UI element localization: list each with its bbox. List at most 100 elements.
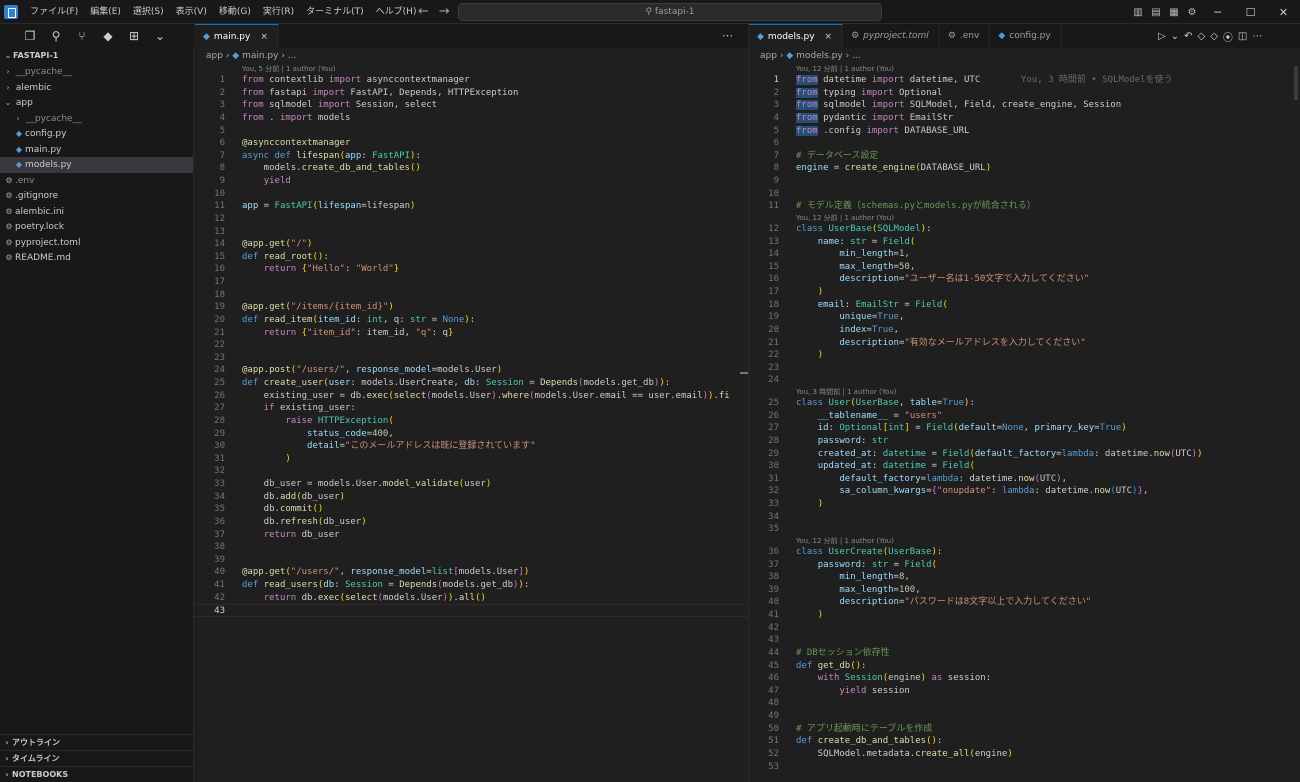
breadcrumb-item[interactable]: ... bbox=[852, 51, 861, 61]
tree-folder[interactable]: ⌄ app bbox=[0, 95, 193, 111]
code-text: return db.exec(select(models.User)).all(… bbox=[242, 592, 486, 605]
toggle-panel-icon[interactable]: ▤ bbox=[1147, 0, 1165, 24]
more-views-chevron-icon[interactable]: ⌄ bbox=[152, 29, 168, 43]
forward-arrow-icon[interactable]: → bbox=[439, 4, 450, 19]
code-token: ( bbox=[388, 415, 394, 426]
code-line: 44 # DBセッション依存性 bbox=[749, 647, 1300, 660]
code-token: UTC bbox=[1039, 473, 1057, 484]
menu-item[interactable]: 表示(V) bbox=[170, 0, 213, 24]
toggle-primary-sidebar-icon[interactable]: ▥ bbox=[1129, 0, 1147, 24]
maximize-button[interactable]: ☐ bbox=[1234, 0, 1267, 24]
right-code-editor[interactable]: You, 12 分前 | 1 author (You) 1 from datetim… bbox=[749, 64, 1300, 782]
code-token: : bbox=[664, 378, 671, 388]
tree-folder[interactable]: › __pycache__ bbox=[0, 111, 193, 127]
code-token: ) bbox=[1007, 748, 1013, 759]
editor-tab[interactable]: ◆ models.py × bbox=[749, 24, 844, 48]
breadcrumb-item[interactable]: app bbox=[760, 51, 777, 61]
docker-icon[interactable]: ◆ bbox=[100, 29, 116, 43]
tree-item-label: __pycache__ bbox=[15, 67, 72, 77]
tree-file[interactable]: ◆ models.py bbox=[0, 157, 193, 173]
editor-tab[interactable]: ⚙ .env bbox=[940, 24, 991, 48]
line-number: 12 bbox=[214, 213, 225, 224]
menu-item[interactable]: 編集(E) bbox=[84, 0, 127, 24]
blame-annotation: You, 12 分前 | 1 author (You) bbox=[796, 65, 894, 73]
tree-folder[interactable]: › alembic bbox=[0, 80, 193, 96]
code-line: 41 def read_users(db: Session = Depends(m… bbox=[195, 579, 748, 592]
code-token: "World" bbox=[355, 264, 394, 275]
more-actions-icon[interactable]: ⋯ bbox=[722, 24, 733, 48]
tree-file[interactable]: ⚙ README.md bbox=[0, 250, 193, 266]
breadcrumb-item[interactable]: ... bbox=[288, 51, 297, 61]
search-icon[interactable]: ⚲ bbox=[48, 29, 64, 43]
code-line: 28 raise HTTPException( bbox=[195, 415, 748, 428]
code-token: "users" bbox=[904, 410, 943, 421]
tree-file[interactable]: ⚙ .env bbox=[0, 173, 193, 189]
close-window-button[interactable]: ✕ bbox=[1267, 0, 1300, 24]
right-scrollbar-thumb[interactable] bbox=[1294, 66, 1298, 100]
code-token: , bbox=[382, 314, 394, 325]
previous-change-icon[interactable]: ◇ bbox=[1197, 31, 1205, 42]
menu-item[interactable]: ヘルプ(H) bbox=[370, 0, 423, 24]
tree-file[interactable]: ⚙ pyproject.toml bbox=[0, 235, 193, 251]
menu-item[interactable]: 選択(S) bbox=[127, 0, 170, 24]
minimize-button[interactable]: ─ bbox=[1201, 0, 1234, 24]
editor-tab[interactable]: ⚙ pyproject.toml bbox=[843, 24, 940, 48]
code-token: email bbox=[817, 299, 845, 310]
menu-item[interactable]: 移動(G) bbox=[213, 0, 257, 24]
code-token: default_factory bbox=[974, 448, 1057, 459]
code-text: def read_item(item_id: int, q: str = Non… bbox=[242, 314, 475, 327]
split-editor-icon[interactable]: ◫ bbox=[1238, 31, 1247, 42]
tree-file[interactable]: ⚙ .gitignore bbox=[0, 188, 193, 204]
menu-item[interactable]: 実行(R) bbox=[257, 0, 300, 24]
code-token: Session bbox=[844, 673, 883, 684]
more-actions-icon[interactable]: ⋯ bbox=[1252, 31, 1262, 42]
toggle-secondary-sidebar-icon[interactable]: ▦ bbox=[1165, 0, 1183, 24]
code-line: 4 from . import models bbox=[195, 112, 748, 125]
line-number: 1 bbox=[773, 75, 779, 85]
code-token: = bbox=[382, 580, 400, 590]
code-line: 40 @app.get("/users/", response_model=lis… bbox=[195, 566, 748, 579]
source-control-icon[interactable]: ⑂ bbox=[74, 29, 90, 43]
command-center-search[interactable]: ⚲ fastapi-1 bbox=[458, 3, 882, 21]
explorer-icon[interactable]: ❐ bbox=[22, 29, 38, 43]
code-token: model_validate bbox=[382, 479, 459, 489]
tree-file[interactable]: ⚙ alembic.ini bbox=[0, 204, 193, 220]
code-line: 36 class UserCreate(UserBase): bbox=[749, 546, 1300, 559]
copilot-icon[interactable]: ⦿ bbox=[1223, 29, 1233, 44]
left-code-editor[interactable]: You, 5 分前 | 1 author (You) 1 from contextl… bbox=[195, 64, 748, 782]
next-change-icon[interactable]: ◇ bbox=[1210, 31, 1218, 42]
tree-file[interactable]: ◆ config.py bbox=[0, 126, 193, 142]
tab-label: .env bbox=[959, 31, 980, 41]
breadcrumb-item[interactable]: app bbox=[206, 51, 223, 61]
run-python-file-icon[interactable]: ▷ bbox=[1158, 31, 1166, 42]
menu-item[interactable]: ファイル(F) bbox=[24, 0, 84, 24]
menu-item[interactable]: ターミナル(T) bbox=[300, 0, 370, 24]
code-text: unique=True, bbox=[796, 311, 904, 324]
tree-folder[interactable]: › __pycache__ bbox=[0, 64, 193, 80]
explorer-root-folder[interactable]: ⌄ FASTAPI-1 bbox=[0, 48, 193, 64]
close-tab-icon[interactable]: × bbox=[260, 32, 268, 42]
code-line: 31 default_factory=lambda: datetime.now(… bbox=[749, 473, 1300, 486]
customize-layout-icon[interactable]: ⚙ bbox=[1183, 0, 1201, 24]
code-token: , bbox=[388, 428, 394, 439]
sidebar-section-header[interactable]: › NOTEBOOKS bbox=[0, 766, 193, 782]
editor-tab[interactable]: ◆ config.py bbox=[990, 24, 1062, 48]
open-changes-icon[interactable]: ↶ bbox=[1184, 31, 1192, 42]
code-line: 43 bbox=[749, 634, 1300, 647]
sidebar-section-header[interactable]: › タイムライン bbox=[0, 750, 193, 766]
code-token: = bbox=[888, 559, 905, 570]
tree-file[interactable]: ◆ main.py bbox=[0, 142, 193, 158]
back-arrow-icon[interactable]: ← bbox=[418, 4, 429, 19]
extensions-icon[interactable]: ⊞ bbox=[126, 29, 142, 43]
tree-file[interactable]: ⚙ poetry.lock bbox=[0, 219, 193, 235]
editor-tab[interactable]: ◆ main.py × bbox=[195, 24, 279, 48]
sidebar-section-header[interactable]: › アウトライン bbox=[0, 734, 193, 750]
code-token: : bbox=[861, 435, 872, 446]
breadcrumb-item[interactable]: models.py bbox=[796, 51, 843, 61]
close-tab-icon[interactable]: × bbox=[825, 32, 833, 42]
breadcrumb-item[interactable]: main.py bbox=[242, 51, 278, 61]
run-options-chevron-icon[interactable]: ⌄ bbox=[1171, 31, 1179, 42]
line-number: 20 bbox=[768, 324, 779, 335]
